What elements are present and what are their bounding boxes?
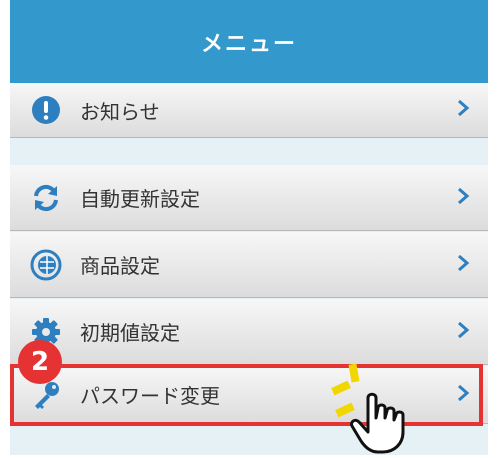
menu-title: メニュー [200, 31, 297, 57]
globe-icon [30, 249, 62, 281]
refresh-icon [30, 182, 62, 214]
menu-item-auto-update[interactable]: 自動更新設定 [10, 165, 488, 231]
menu-item-default-settings[interactable]: 初期値設定 [10, 299, 488, 365]
tap-hand-icon [330, 362, 422, 458]
chevron-right-icon [456, 186, 470, 210]
menu-item-product-settings[interactable]: 商品設定 [10, 232, 488, 298]
menu-item-label: 初期値設定 [80, 321, 180, 345]
menu-item-label: 自動更新設定 [80, 187, 200, 211]
menu-header: メニュー [10, 0, 488, 83]
chevron-right-icon [456, 253, 470, 277]
step-number: 2 [30, 347, 50, 377]
menu-item-label: 商品設定 [80, 254, 160, 278]
info-icon [30, 94, 62, 126]
menu-item-label: お知らせ [80, 99, 160, 124]
chevron-right-icon [456, 320, 470, 344]
chevron-right-icon [456, 98, 470, 122]
step-badge: 2 [18, 340, 62, 384]
menu-item-notices[interactable]: お知らせ [10, 83, 488, 138]
